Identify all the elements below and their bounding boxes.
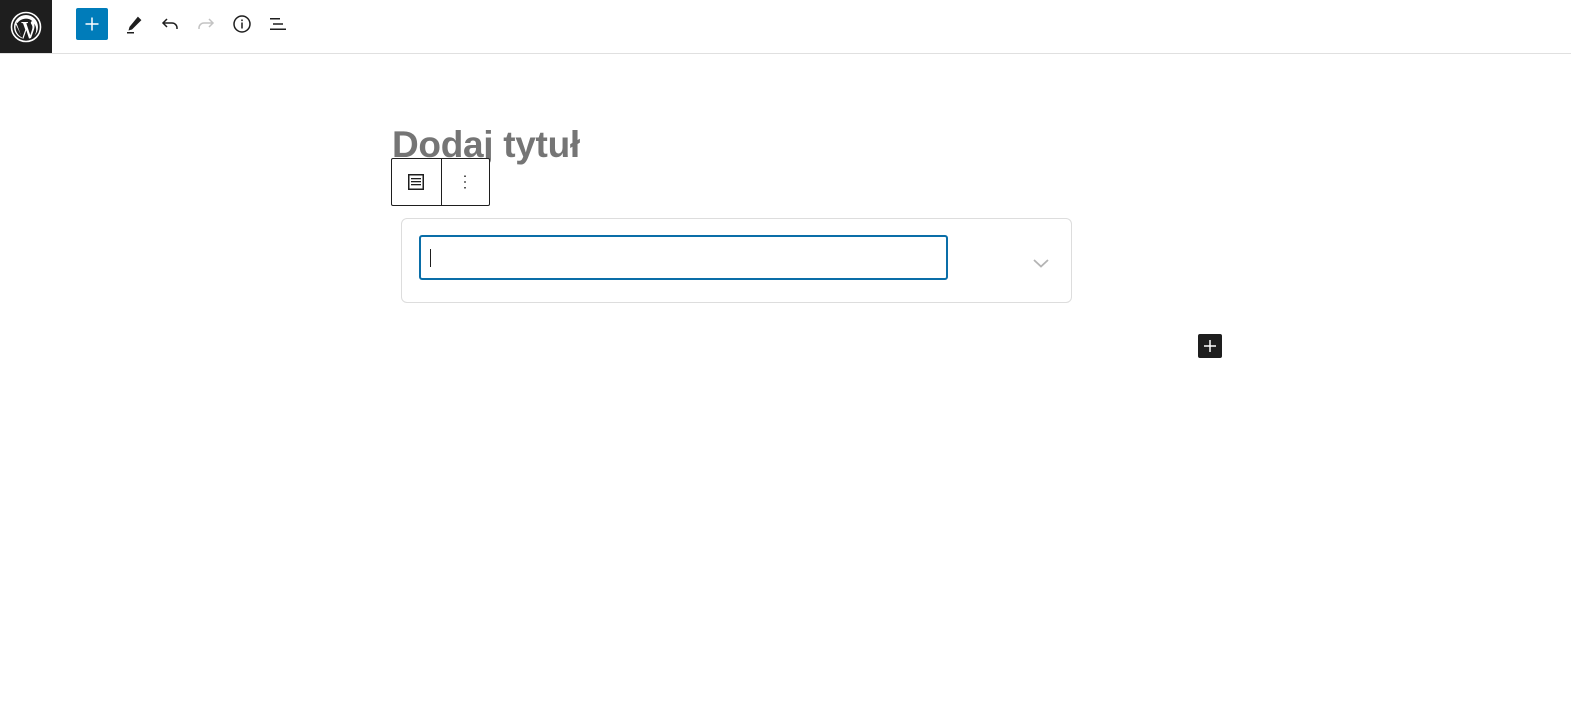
text-caret [430, 249, 431, 267]
wordpress-logo-button[interactable] [0, 0, 52, 53]
block-options-button[interactable] [440, 159, 490, 205]
embed-toggle-button[interactable] [1029, 251, 1053, 275]
vertical-ellipsis-icon [464, 175, 466, 189]
block-type-button[interactable] [392, 159, 441, 205]
tools-button[interactable] [118, 8, 150, 40]
list-view-button[interactable] [262, 8, 294, 40]
embed-url-input[interactable] [419, 235, 948, 280]
editor-header [0, 0, 1571, 54]
add-block-button[interactable] [76, 8, 108, 40]
plus-icon [85, 17, 99, 31]
undo-button[interactable] [154, 8, 186, 40]
table-of-contents-icon [408, 174, 425, 190]
undo-icon [161, 18, 178, 29]
wordpress-logo-icon [10, 11, 42, 42]
embed-block [401, 218, 1072, 303]
info-icon [233, 15, 251, 33]
redo-icon [198, 18, 215, 29]
block-inserter-button[interactable] [1198, 334, 1222, 358]
details-button[interactable] [226, 8, 258, 40]
list-view-icon [270, 18, 286, 30]
redo-button[interactable] [190, 8, 222, 40]
pencil-icon [127, 16, 142, 34]
plus-icon [1204, 340, 1216, 352]
block-toolbar [391, 158, 490, 206]
chevron-down-icon [1033, 259, 1049, 268]
